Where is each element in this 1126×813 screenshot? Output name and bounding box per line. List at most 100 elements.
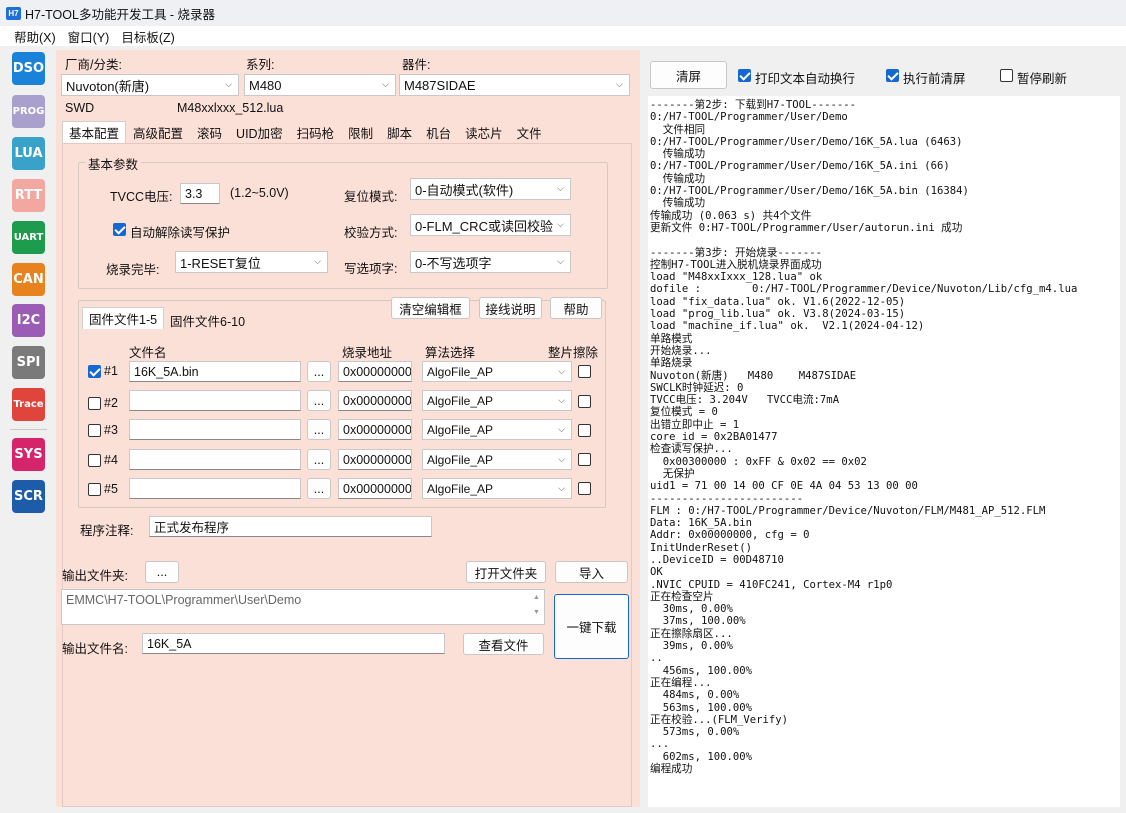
tab-firmware-6-10[interactable]: 固件文件6-10	[163, 309, 252, 331]
file-row-5-browse-button[interactable]: ...	[307, 478, 331, 499]
log-line: 开始烧录...	[650, 344, 712, 357]
after-program-select[interactable]: 1-RESET复位 ⌵	[175, 251, 328, 273]
scroll-down-icon[interactable]: ▼	[529, 605, 544, 620]
file-row-4-id: #4	[104, 453, 118, 467]
file-row-3-browse-button[interactable]: ...	[307, 419, 331, 440]
file-row-4-address[interactable]: 0x00000000	[338, 449, 412, 470]
menu-window[interactable]: 窗口(Y)	[64, 27, 118, 46]
tab-uid-encrypt[interactable]: UID加密	[229, 121, 290, 143]
tab-barcode-scanner[interactable]: 扫码枪	[290, 121, 342, 143]
help-button[interactable]: 帮助	[550, 297, 602, 319]
log-line: 传输成功	[650, 197, 706, 210]
vendor-select[interactable]: Nuvoton(新唐) ⌵	[61, 74, 239, 96]
tab-file[interactable]: 文件	[510, 121, 549, 143]
reset-mode-select[interactable]: 0-自动模式(软件) ⌵	[410, 178, 571, 200]
log-line: TVCC电压: 3.204V TVCC电流:7mA	[650, 394, 840, 407]
file-row-3-algo-select[interactable]: AlgoFile_AP ⌵	[422, 419, 572, 440]
file-row-5-name[interactable]	[129, 478, 301, 499]
chevron-down-icon: ⌵	[382, 79, 389, 89]
log-line: 37ms, 100.00%	[650, 615, 746, 628]
output-path-scrollbar[interactable]: ▲ ▼	[529, 590, 544, 624]
log-line: 正在擦除扇区...	[650, 627, 733, 640]
menu-help[interactable]: 帮助(X)	[0, 27, 64, 46]
file-row-1-address[interactable]: 0x00000000	[338, 361, 412, 382]
file-row-3-checkbox[interactable]	[88, 424, 101, 437]
log-line: 0:/H7-TOOL/Programmer/User/Demo/16K_5A.i…	[650, 160, 950, 173]
output-path-box[interactable]: EMMC\H7-TOOL\Programmer\User\Demo	[61, 589, 545, 625]
wiring-guide-button[interactable]: 接线说明	[479, 297, 542, 319]
file-row-2-erase-checkbox[interactable]	[578, 395, 591, 408]
sidebar-sys-button[interactable]: SYS	[12, 438, 45, 471]
tab-read-chip[interactable]: 读芯片	[458, 121, 510, 143]
log-line: FLM : 0:/H7-TOOL/Programmer/Device/Nuvot…	[650, 504, 1046, 517]
file-row-2-address[interactable]: 0x00000000	[338, 390, 412, 411]
file-row-4-name[interactable]	[129, 449, 301, 470]
file-row-3-erase-checkbox[interactable]	[578, 424, 591, 437]
output-log[interactable]: -------第2步: 下载到H7-TOOL------- 0:/H7-TOOL/…	[648, 96, 1120, 807]
scroll-up-icon[interactable]: ▲	[529, 590, 544, 605]
output-filename-input[interactable]: 16K_5A	[142, 633, 445, 654]
output-filename-label: 输出文件名:	[62, 642, 128, 656]
one-click-download-button[interactable]: 一键下载	[554, 594, 629, 659]
file-row-4-browse-button[interactable]: ...	[307, 449, 331, 470]
file-row-2-checkbox[interactable]	[88, 397, 101, 410]
sidebar-dso-button[interactable]: DSO	[12, 52, 45, 85]
option-bytes-select[interactable]: 0-不写选项字 ⌵	[410, 251, 571, 273]
clear-before-run-checkbox[interactable]	[886, 69, 899, 82]
pause-refresh-checkbox[interactable]	[1000, 69, 1013, 82]
file-row-3-address[interactable]: 0x00000000	[338, 419, 412, 440]
log-line: 无保护	[650, 467, 695, 480]
sidebar-i2c-button[interactable]: I2C	[12, 304, 45, 337]
tab-limit[interactable]: 限制	[341, 121, 380, 143]
sidebar-prog-button[interactable]: PROG	[12, 95, 45, 128]
file-row-5-address[interactable]: 0x00000000	[338, 478, 412, 499]
sidebar-can-button[interactable]: CAN	[12, 263, 45, 296]
open-folder-button[interactable]: 打开文件夹	[466, 561, 546, 583]
device-select[interactable]: M487SIDAE ⌵	[399, 74, 630, 96]
menu-target-board[interactable]: 目标板(Z)	[117, 27, 182, 46]
file-row-4-erase-checkbox[interactable]	[578, 453, 591, 466]
sidebar-rtt-button[interactable]: RTT	[12, 179, 45, 212]
sidebar-lua-button[interactable]: LUA	[12, 137, 45, 170]
tvcc-range: (1.2~5.0V)	[230, 186, 289, 200]
file-row-1-browse-button[interactable]: ...	[307, 361, 331, 382]
clear-editor-button[interactable]: 清空编辑框	[391, 297, 470, 319]
file-row-4-checkbox[interactable]	[88, 454, 101, 467]
window-title: H7-TOOL多功能开发工具 - 烧录器	[25, 7, 216, 22]
program-note-input[interactable]: 正式发布程序	[149, 516, 432, 537]
auto-unprotect-checkbox[interactable]	[113, 223, 126, 236]
sidebar-scr-button[interactable]: SCR	[12, 480, 45, 513]
sidebar-trace-button[interactable]: Trace	[12, 388, 45, 421]
file-row-5-checkbox[interactable]	[88, 483, 101, 496]
log-line: 更新文件 0:H7-TOOL/Programmer/User/autorun.i…	[650, 221, 963, 234]
verify-mode-select[interactable]: 0-FLM_CRC或读回校验 ⌵	[410, 214, 571, 236]
file-row-1-name[interactable]: 16K_5A.bin	[129, 361, 301, 382]
import-button[interactable]: 导入	[555, 561, 628, 583]
file-row-1-erase-checkbox[interactable]	[578, 365, 591, 378]
tab-basic-config[interactable]: 基本配置	[62, 121, 127, 143]
file-row-1-checkbox[interactable]	[88, 365, 101, 378]
file-row-3-name[interactable]	[129, 419, 301, 440]
sidebar-spi-button[interactable]: SPI	[12, 346, 45, 379]
file-row-4-algo-select[interactable]: AlgoFile_AP ⌵	[422, 449, 572, 470]
file-row-2-name[interactable]	[129, 390, 301, 411]
tab-advanced-config[interactable]: 高级配置	[126, 121, 190, 143]
log-line: 正在检查空片	[650, 590, 714, 603]
file-row-2-browse-button[interactable]: ...	[307, 390, 331, 411]
sidebar-uart-button[interactable]: UART	[12, 221, 45, 254]
tvcc-input[interactable]: 3.3	[180, 183, 220, 204]
clear-screen-button[interactable]: 清屏	[650, 61, 727, 89]
file-row-2-algo-select[interactable]: AlgoFile_AP ⌵	[422, 390, 572, 411]
tab-firmware-1-5[interactable]: 固件文件1-5	[82, 307, 165, 329]
tab-script[interactable]: 脚本	[380, 121, 419, 143]
auto-wrap-checkbox[interactable]	[738, 69, 751, 82]
view-file-button[interactable]: 查看文件	[463, 633, 544, 655]
file-row-5-erase-checkbox[interactable]	[578, 482, 591, 495]
series-select[interactable]: M480 ⌵	[244, 74, 396, 96]
file-row-5-algo-select[interactable]: AlgoFile_AP ⌵	[422, 478, 572, 499]
file-row-1-algo-select[interactable]: AlgoFile_AP ⌵	[422, 361, 572, 382]
tab-rolling-code[interactable]: 滚码	[190, 121, 229, 143]
tab-machine[interactable]: 机台	[419, 121, 458, 143]
log-line: Data: 16K_5A.bin	[650, 517, 753, 530]
output-folder-browse-button[interactable]: ...	[145, 561, 179, 583]
